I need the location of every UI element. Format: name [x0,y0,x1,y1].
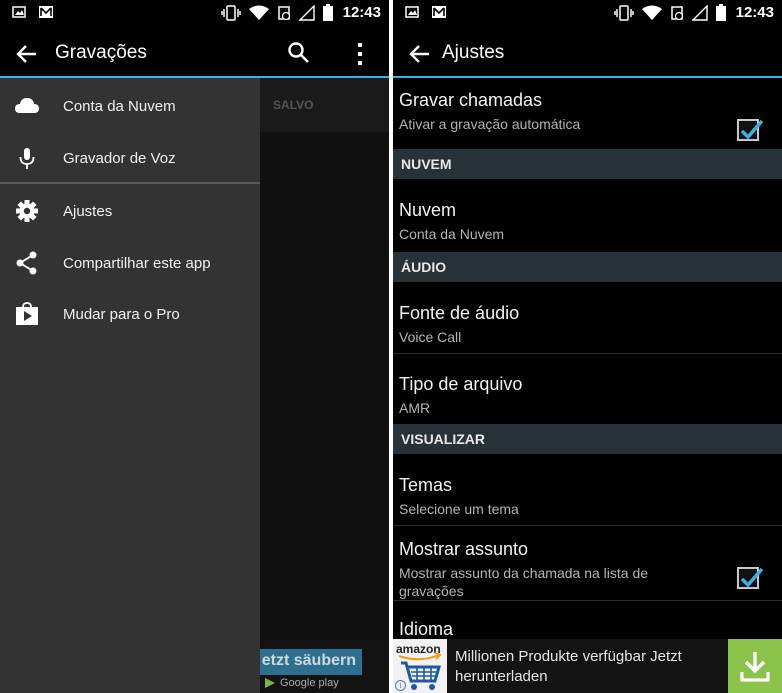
pref-language[interactable]: Idioma [393,601,782,641]
status-bar: 12:43 [393,0,782,28]
category-cloud: NUVEM [393,149,782,179]
drawer-item-label: Gravador de Voz [63,150,176,167]
pref-themes[interactable]: Temas Selecione um tema [393,455,782,525]
google-play-icon [265,678,275,688]
drawer-divider [0,182,260,184]
gallery-notification-icon [405,5,419,19]
drawer-item-label: Conta da Nuvem [63,98,176,115]
settings-list: Gravar chamadas Ativar a gravação automá… [393,78,782,693]
pref-title: Idioma [399,619,454,639]
drawer-item-label: Ajustes [63,203,113,220]
pref-record-calls[interactable]: Gravar chamadas Ativar a gravação automá… [393,78,782,148]
category-view: VISUALIZAR [393,424,782,454]
category-label: VISUALIZAR [401,431,485,447]
gallery-notification-icon [12,5,26,19]
drawer-item-upgrade-pro[interactable]: Mudar para o Pro [0,288,260,340]
overflow-menu-icon[interactable] [352,41,368,67]
drawer-item-settings[interactable]: Ajustes [0,185,260,237]
signal-icon [691,4,708,21]
google-play-label: Google play [280,677,339,689]
checkmark-icon [740,567,764,588]
action-bar: Ajustes [393,28,782,78]
clock: 12:43 [342,4,381,21]
pref-summary: AMR [399,400,431,416]
ad-download-button[interactable] [728,639,782,693]
page-title: Ajustes [442,42,505,63]
wifi-icon [641,5,662,21]
drawer-item-share-app[interactable]: Compartilhar este app [0,237,260,289]
pref-file-type[interactable]: Tipo de arquivo AMR [393,354,782,424]
page-title: Gravações [55,42,147,63]
status-bar: 12:43 [0,0,389,28]
show-subject-checkbox[interactable] [737,567,764,589]
search-icon[interactable] [287,41,311,65]
play-store-icon [14,302,40,326]
pref-show-subject[interactable]: Mostrar assunto Mostrar assunto da chama… [393,526,782,600]
pref-title: Nuvem [399,200,457,220]
data-sync-icon [277,5,291,21]
drawer-item-voice-recorder[interactable]: Gravador de Voz [0,132,260,184]
tab-saved-label: SALVO [273,98,314,112]
vibrate-icon [220,4,241,21]
drawer-item-cloud-account[interactable]: Conta da Nuvem [0,80,260,132]
pref-title: Tipo de arquivo [399,374,523,394]
data-sync-icon [670,5,684,21]
signal-icon [298,4,315,21]
pref-cloud[interactable]: Nuvem Conta da Nuvem [393,180,782,250]
clock: 12:43 [735,4,774,21]
gear-icon [14,199,40,223]
vibrate-icon [613,4,634,21]
download-icon [740,652,770,682]
pref-audio-source[interactable]: Fonte de áudio Voice Call [393,283,782,353]
pref-summary: Voice Call [399,329,462,345]
pref-title: Fonte de áudio [399,303,520,323]
ad-text: Millionen Produkte verfügbar Jetzt herun… [455,648,682,685]
ad-info-icon[interactable]: i [395,680,406,691]
wifi-icon [248,5,269,21]
amazon-logo: amazon i [393,639,447,693]
right-screen: 12:43 Ajustes Gravar chamadas Ativar a g… [393,0,782,693]
back-arrow-icon[interactable] [14,41,40,67]
ad-banner[interactable]: amazon i Millionen Produkte verfügbar Je… [393,639,782,693]
pref-title: Temas [399,475,453,495]
back-arrow-icon[interactable] [407,41,433,67]
navigation-drawer: Conta da Nuvem Gravador de Voz Ajustes C… [0,78,260,693]
left-screen: 12:43 Gravações SALVO etzt säubern Googl… [0,0,389,693]
gmail-notification-icon [431,5,447,19]
cloud-icon [14,94,40,118]
background-ad-banner[interactable]: etzt säubern Google play [256,640,389,693]
pref-summary: Conta da Nuvem [399,226,505,242]
gmail-notification-icon [38,5,54,19]
pref-summary: Mostrar assunto da chamada na lista de g… [399,565,649,599]
checkmark-icon [740,119,764,140]
drawer-item-label: Compartilhar este app [63,255,211,272]
tab-saved[interactable]: SALVO [260,78,389,132]
battery-icon [715,4,726,21]
pref-title: Mostrar assunto [399,539,529,559]
category-label: NUVEM [401,156,452,172]
action-bar: Gravações [0,28,389,78]
pref-title: Gravar chamadas [399,90,543,110]
pref-summary: Ativar a gravação automática [399,116,581,132]
category-audio: ÁUDIO [393,252,782,282]
background-ad-button[interactable]: etzt säubern [256,649,362,675]
drawer-item-label: Mudar para o Pro [63,306,180,323]
google-play-badge: Google play [264,677,339,689]
share-icon [14,251,40,275]
record-calls-checkbox[interactable] [737,119,764,141]
battery-icon [322,4,333,21]
microphone-icon [14,146,40,170]
category-label: ÁUDIO [401,259,447,275]
pref-summary: Selecione um tema [399,501,519,517]
